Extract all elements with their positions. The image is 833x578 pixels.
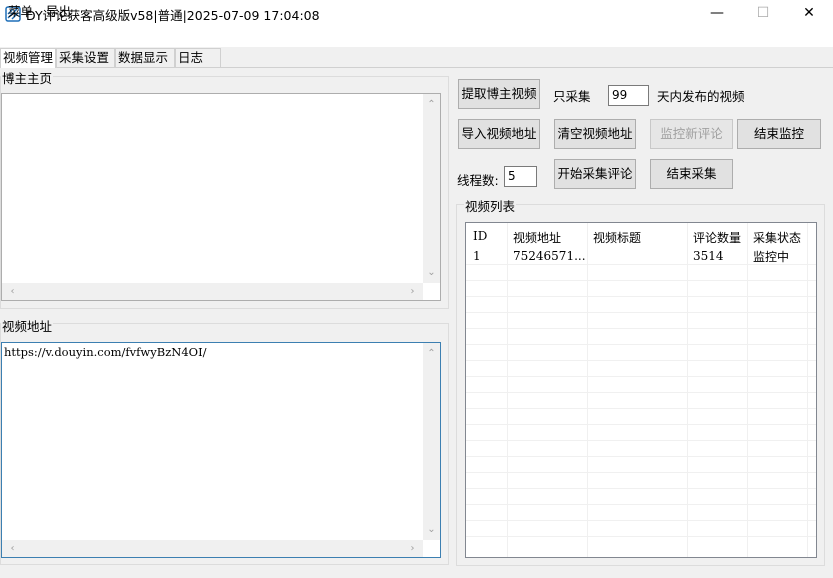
scroll-right-icon[interactable]: › [404,540,421,557]
grid-line [466,424,816,425]
video-url-hscroll[interactable]: ‹ › [2,540,423,557]
grid-line [807,223,808,557]
grid-line [466,280,816,281]
start-collect-comments-button[interactable]: 开始采集评论 [554,159,636,189]
menu-bar [0,28,833,47]
column-header-id[interactable]: ID [473,229,487,243]
menu-item-menu[interactable]: 菜单 [8,1,33,20]
grid-line [587,223,588,557]
scroll-left-icon[interactable]: ‹ [4,283,21,300]
grid-line [466,440,816,441]
threads-input[interactable]: 5 [504,166,537,187]
only-collect-label: 只采集 [553,89,591,104]
row-id: 1 [473,249,481,263]
grid-line [466,296,816,297]
tab-collect-settings[interactable]: 采集设置 [56,48,115,67]
row-url: 75246571... [513,249,585,263]
grid-line [466,504,816,505]
video-list[interactable]: ID 视频地址 视频标题 评论数量 采集状态 1 75246571... 351… [465,222,817,558]
days-input[interactable]: 99 [608,85,649,106]
grid-line [466,312,816,313]
grid-line [507,223,508,557]
grid-line [687,223,688,557]
monitor-new-comments-button[interactable]: 监控新评论 [650,119,733,149]
scroll-right-icon[interactable]: › [404,283,421,300]
video-url-textarea[interactable]: https://v.douyin.com/fvfwyBzN4OI/ ⌃ ⌄ ‹ … [1,342,441,558]
grid-line [466,344,816,345]
column-header-title[interactable]: 视频标题 [593,229,641,246]
grid-line [466,488,816,489]
video-url-vscroll[interactable]: ⌃ ⌄ [423,343,440,540]
scroll-down-icon[interactable]: ⌄ [423,521,440,538]
minimize-button[interactable]: — [694,0,740,28]
tab-log[interactable]: 日志 [175,48,221,67]
grid-line [466,392,816,393]
column-header-comments[interactable]: 评论数量 [693,229,741,246]
grid-line [466,536,816,537]
table-row[interactable]: 1 75246571... 3514 监控中 [466,248,816,264]
grid-line [466,408,816,409]
grid-line [466,376,816,377]
blogger-home-vscroll[interactable]: ⌃ ⌄ [423,94,440,283]
threads-label: 线程数: [457,173,499,188]
fetch-blogger-videos-button[interactable]: 提取博主视频 [458,79,540,109]
tab-data-display[interactable]: 数据显示 [115,48,175,67]
scroll-up-icon[interactable]: ⌃ [423,96,440,113]
grid-line [466,360,816,361]
column-header-status[interactable]: 采集状态 [753,229,801,246]
close-button[interactable]: ✕ [786,0,832,28]
blogger-home-textarea[interactable]: ⌃ ⌄ ‹ › [1,93,441,301]
grid-line [466,472,816,473]
import-video-url-button[interactable]: 导入视频地址 [458,119,540,149]
days-suffix-label: 天内发布的视频 [657,89,745,104]
column-header-url[interactable]: 视频地址 [513,229,561,246]
video-url-label: 视频地址 [1,316,54,335]
row-status: 监控中 [753,250,790,264]
blogger-home-hscroll[interactable]: ‹ › [2,283,423,300]
scroll-up-icon[interactable]: ⌃ [423,345,440,362]
tab-video-management[interactable]: 视频管理 [0,48,56,68]
row-comments: 3514 [693,249,724,263]
maximize-button[interactable]: ☐ [740,0,786,28]
scroll-left-icon[interactable]: ‹ [4,540,21,557]
grid-line [747,223,748,557]
stop-monitoring-button[interactable]: 结束监控 [737,119,821,149]
video-url-text: https://v.douyin.com/fvfwyBzN4OI/ [4,345,207,359]
stop-collect-button[interactable]: 结束采集 [650,159,733,189]
clear-video-url-button[interactable]: 清空视频地址 [554,119,636,149]
menu-item-export[interactable]: 导出 [46,1,71,20]
grid-line [466,520,816,521]
video-list-label: 视频列表 [464,196,517,215]
grid-line [466,328,816,329]
blogger-home-label: 博主主页 [1,68,54,87]
grid-line [466,456,816,457]
scroll-down-icon[interactable]: ⌄ [423,264,440,281]
